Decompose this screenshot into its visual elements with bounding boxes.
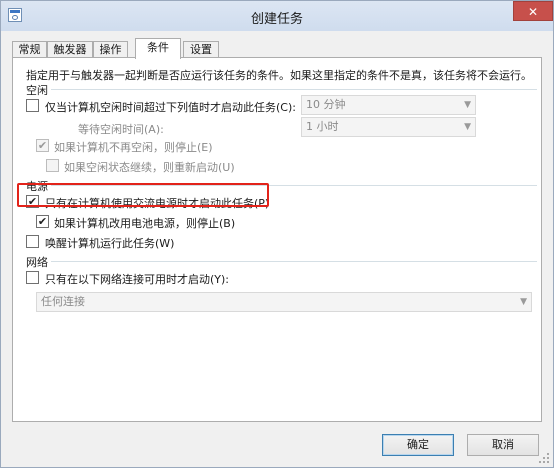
wait-idle-select[interactable]: 1 小时 ▼ — [301, 117, 476, 137]
stop-on-battery-label: 如果计算机改用电池电源，则停止(B) — [54, 217, 236, 230]
window-title: 创建任务 — [250, 12, 303, 27]
description-text: 指定用于与触发器一起判断是否应运行该任务的条件。如果这里指定的条件不是真，该任务… — [26, 69, 532, 82]
start-if-idle-checkbox[interactable] — [26, 99, 39, 112]
tab-conditions[interactable]: 条件 — [135, 38, 181, 59]
network-section-heading: 网络 — [26, 256, 48, 269]
tab-actions[interactable]: 操作 — [93, 41, 128, 58]
cancel-button[interactable]: 取消 — [467, 434, 539, 456]
idle-duration-value: 10 分钟 — [306, 98, 346, 111]
idle-duration-select[interactable]: 10 分钟 ▼ — [301, 95, 476, 115]
stop-on-battery-checkbox[interactable]: ✔ — [36, 215, 49, 228]
resize-grip-icon[interactable] — [534, 449, 552, 465]
restart-if-idle-label: 如果空闲状态继续，则重新启动(U) — [64, 161, 235, 174]
chevron-down-icon: ▼ — [464, 122, 471, 132]
tab-settings[interactable]: 设置 — [183, 41, 219, 58]
create-task-dialog: 创建任务 ✕ 常规 触发器 操作 条件 设置 指定用于与触发器一起判断是否应运行… — [0, 0, 554, 468]
ok-button[interactable]: 确定 — [382, 434, 454, 456]
network-divider — [51, 261, 537, 262]
stop-if-not-idle-checkbox[interactable]: ✔ — [36, 139, 49, 152]
wake-to-run-label: 唤醒计算机运行此任务(W) — [45, 237, 175, 250]
idle-divider — [51, 89, 537, 90]
title-bar[interactable]: 创建任务 ✕ — [1, 1, 553, 31]
start-if-network-checkbox[interactable] — [26, 271, 39, 284]
restart-if-idle-checkbox[interactable] — [46, 159, 59, 172]
chevron-down-icon: ▼ — [520, 297, 527, 307]
chevron-down-icon: ▼ — [464, 100, 471, 110]
network-connection-value: 任何连接 — [41, 295, 85, 308]
stop-if-not-idle-label: 如果计算机不再空闲，则停止(E) — [54, 141, 213, 154]
close-button[interactable]: ✕ — [513, 1, 553, 21]
idle-section-heading: 空闲 — [26, 84, 48, 97]
conditions-panel: 指定用于与触发器一起判断是否应运行该任务的条件。如果这里指定的条件不是真，该任务… — [12, 57, 542, 422]
wake-to-run-checkbox[interactable] — [26, 235, 39, 248]
network-connection-select[interactable]: 任何连接 ▼ — [36, 292, 532, 312]
highlight-box — [17, 183, 269, 207]
tab-triggers[interactable]: 触发器 — [47, 41, 93, 58]
start-if-network-label: 只有在以下网络连接可用时才启动(Y): — [45, 273, 230, 286]
wait-idle-label: 等待空闲时间(A): — [78, 123, 164, 136]
wait-idle-value: 1 小时 — [306, 120, 339, 133]
tab-general[interactable]: 常规 — [12, 41, 47, 58]
start-if-idle-label: 仅当计算机空闲时间超过下列值时才启动此任务(C): — [45, 101, 296, 114]
